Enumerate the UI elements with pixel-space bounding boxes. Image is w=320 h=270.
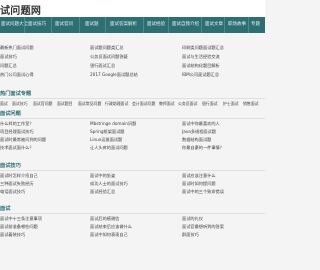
list-item[interactable]: 面试时如何提问题 bbox=[182, 181, 265, 187]
list-item[interactable]: 问题汇总 bbox=[0, 63, 85, 69]
tag-item[interactable]: 会计面试问题 bbox=[132, 101, 155, 107]
list-item[interactable]: Mbstringe domain问题 bbox=[90, 121, 180, 127]
list-item[interactable]: Spring框架面试题 bbox=[90, 129, 180, 135]
divider bbox=[0, 170, 265, 171]
list-item[interactable]: Linux运维面试题 bbox=[90, 137, 180, 143]
list-item[interactable]: 银行面试汇总 bbox=[90, 63, 180, 69]
tag-item[interactable]: 面试常见问题 bbox=[78, 101, 101, 107]
list-item[interactable]: 面试官最想听到的答案 bbox=[182, 224, 265, 230]
list-item[interactable]: 项目经理面试技巧 bbox=[0, 129, 85, 135]
list-item[interactable]: 面试中你最喜欢的人 bbox=[182, 121, 265, 127]
nav-separator bbox=[248, 17, 249, 33]
list-item[interactable]: 面试技巧 bbox=[0, 54, 85, 60]
nav-separator bbox=[143, 17, 144, 33]
list-item[interactable]: 面试着装技巧 bbox=[0, 232, 85, 238]
list-item[interactable]: 面试与生活经验交流 bbox=[182, 54, 265, 60]
nav-item-9[interactable]: 职场故事 bbox=[228, 17, 246, 33]
list-item[interactable]: 电话面试技巧 bbox=[0, 189, 85, 195]
section-title: 热门面试专题 bbox=[0, 91, 32, 97]
list-item[interactable]: 面试中的坐姿 bbox=[90, 173, 180, 179]
nav-item-4[interactable]: 面试题 bbox=[85, 17, 99, 33]
main-nav: 面试问题大全 面试技巧 面试官问 面试题 面试答案解析 面试经验 面试自我介绍 … bbox=[0, 17, 265, 33]
list-item[interactable]: 你最自豪的一件事情？ bbox=[182, 145, 265, 151]
list-item[interactable]: 热门公司面试心得 bbox=[0, 72, 85, 78]
nav-separator bbox=[24, 17, 25, 33]
nav-item-10[interactable]: 专题 bbox=[251, 17, 260, 33]
list-item[interactable]: 什么样的工作室？ bbox=[0, 121, 85, 127]
list-item[interactable]: 面试题问题类汇总 bbox=[90, 45, 180, 51]
tag-item[interactable]: 面试官问题 bbox=[33, 101, 52, 107]
section-title: 面试 bbox=[0, 206, 11, 212]
list-item[interactable]: 面试结构化题目解析 bbox=[182, 63, 265, 69]
tag-item[interactable]: 面试 bbox=[0, 101, 8, 107]
tag-item[interactable]: 销售面试 bbox=[243, 101, 259, 107]
section-title: 面试问题 bbox=[0, 111, 21, 117]
list-item[interactable]: 面试结束后应该做什么 bbox=[90, 224, 180, 230]
nav-separator bbox=[79, 17, 80, 33]
top-header: 试问题网 bbox=[0, 0, 265, 17]
list-item[interactable]: 最新热门面试问题 bbox=[0, 45, 85, 51]
nav-separator bbox=[168, 17, 169, 33]
nav-item-3[interactable]: 面试官问 bbox=[55, 17, 73, 33]
tag-item[interactable]: 银行面试 bbox=[202, 101, 218, 107]
list-item[interactable]: 印刷类问题面试题汇总 bbox=[182, 45, 265, 51]
list-item[interactable]: 面试经验汇总 bbox=[90, 189, 180, 195]
divider bbox=[0, 118, 265, 119]
nav-item-6[interactable]: 面试经验 bbox=[147, 17, 165, 33]
list-item[interactable]: 面试前准备哪些问题 bbox=[0, 224, 85, 230]
list-item[interactable]: 三种面试失败经历 bbox=[0, 181, 85, 187]
list-item[interactable]: 数据结构面试题 bbox=[182, 137, 265, 143]
tag-item[interactable]: 护士面试 bbox=[223, 101, 239, 107]
list-item[interactable]: 面试后的感谢信 bbox=[90, 216, 180, 222]
divider bbox=[0, 98, 265, 99]
nav-item-5[interactable]: 面试答案解析 bbox=[110, 17, 137, 33]
tag-item[interactable]: 面试题目 bbox=[57, 101, 73, 107]
list-item[interactable]: 成功人士的面试技巧 bbox=[90, 181, 180, 187]
list-item[interactable]: 技术面试面什么？ bbox=[0, 145, 85, 151]
list-item[interactable]: 面试时最常被问到的问题 bbox=[0, 137, 85, 143]
nav-separator bbox=[51, 17, 52, 33]
list-item[interactable]: 面试中十三条注意事项 bbox=[0, 216, 85, 222]
list-item[interactable]: IBM公司面试题汇总 bbox=[182, 72, 265, 78]
nav-item-8[interactable]: 面试文章 bbox=[205, 17, 223, 33]
list-item[interactable]: 面试的礼仪 bbox=[182, 216, 265, 222]
nav-separator bbox=[201, 17, 202, 33]
list-item[interactable]: 群面技巧 bbox=[182, 232, 265, 238]
list-item[interactable]: 公务员面试问题答疑 bbox=[90, 54, 180, 60]
list-item[interactable]: 让人头疼的面试问题 bbox=[90, 145, 180, 151]
divider bbox=[0, 213, 265, 214]
list-item[interactable]: Java多线程面试题 bbox=[182, 129, 265, 135]
nav-separator bbox=[224, 17, 225, 33]
list-item[interactable]: 面试中如何表现自己 bbox=[90, 232, 180, 238]
site-logo[interactable]: 试问题网 bbox=[0, 2, 41, 17]
nav-separator bbox=[105, 17, 106, 33]
tag-item[interactable]: 公务员面试 bbox=[178, 101, 197, 107]
tag-item[interactable]: 教师面试 bbox=[159, 101, 175, 107]
list-item[interactable]: 面试应该注意什么 bbox=[182, 173, 265, 179]
tag-item[interactable]: 面试技巧 bbox=[12, 101, 28, 107]
nav-item-7[interactable]: 面试自我介绍 bbox=[172, 17, 199, 33]
list-item[interactable]: 面试时怎样介绍自己 bbox=[0, 173, 85, 179]
list-item[interactable]: 面试中的三个致命错误 bbox=[182, 189, 265, 195]
tag-item[interactable]: 行政助理面试 bbox=[105, 101, 128, 107]
list-item[interactable]: 2017 Google面试题总结 bbox=[90, 72, 180, 78]
nav-item-2[interactable]: 面试技巧 bbox=[28, 17, 46, 33]
section-title: 面试技巧 bbox=[0, 163, 21, 169]
